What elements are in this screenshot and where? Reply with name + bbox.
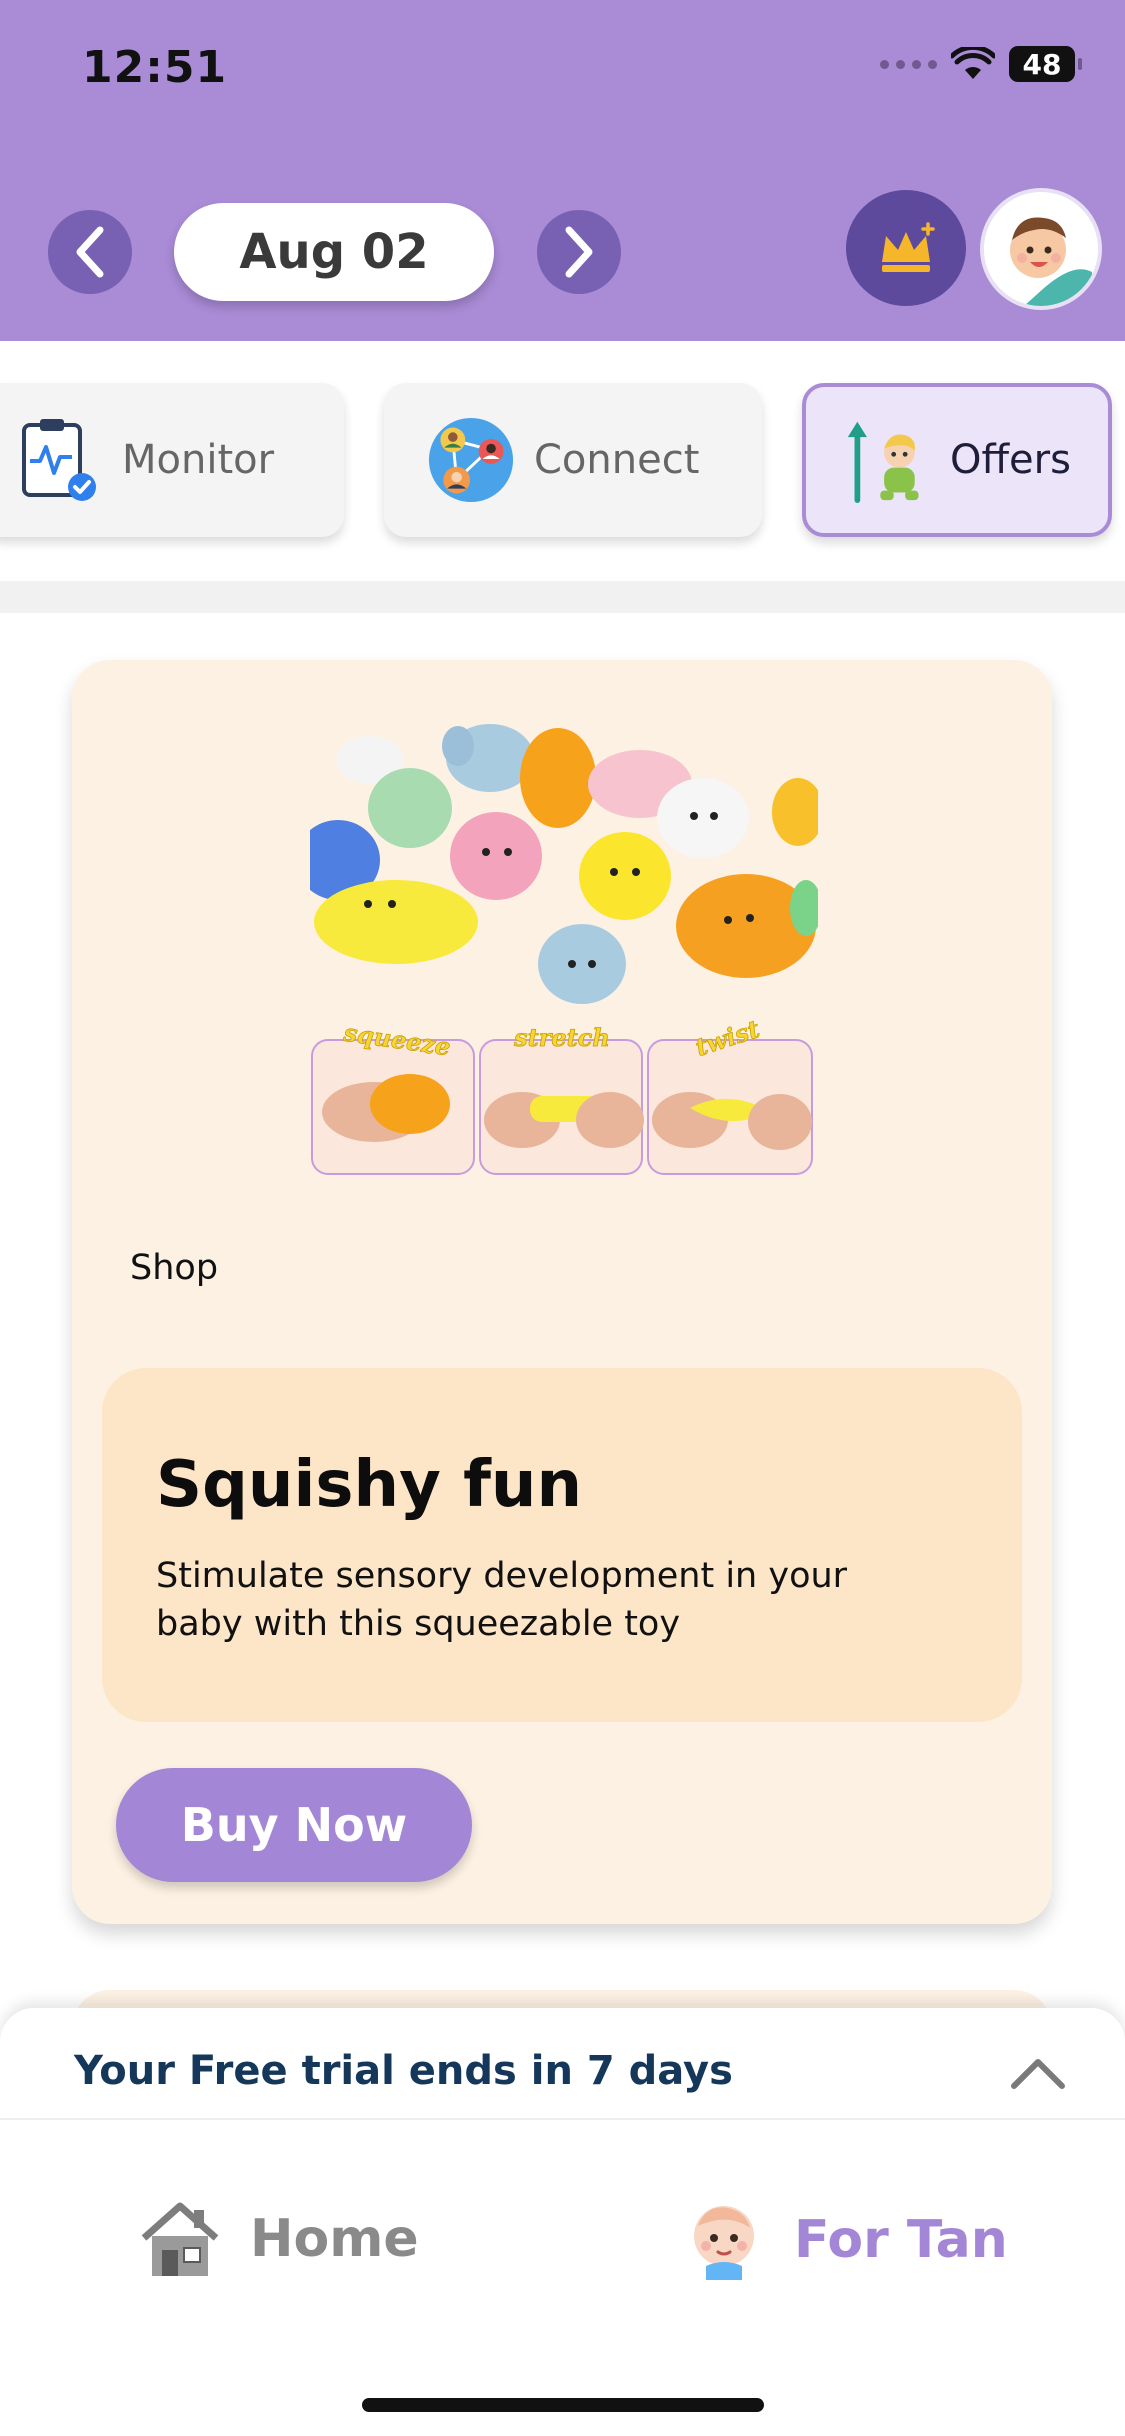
home-indicator bbox=[362, 2398, 764, 2412]
crown-icon bbox=[882, 222, 935, 272]
image-label-stretch: stretch bbox=[513, 1023, 610, 1052]
house-icon bbox=[141, 2202, 219, 2276]
chevron-left-icon bbox=[76, 226, 104, 278]
cellular-signal-icon bbox=[880, 59, 937, 69]
clipboard-health-icon bbox=[16, 415, 102, 505]
section-divider bbox=[0, 581, 1125, 613]
header: 12:51 48 Aug 02 bbox=[0, 0, 1125, 341]
tab-connect[interactable]: Connect bbox=[384, 383, 762, 537]
baby-avatar-icon bbox=[984, 192, 1098, 306]
buy-now-label: Buy Now bbox=[180, 1798, 408, 1852]
nav-for-tan-label: For Tan bbox=[794, 2210, 1008, 2270]
profile-avatar[interactable] bbox=[980, 188, 1102, 310]
offer-category: Shop bbox=[130, 1248, 219, 1288]
growth-baby-icon bbox=[844, 415, 930, 505]
tab-monitor[interactable]: Monitor bbox=[0, 383, 344, 537]
squishy-toys-product-image: squeeze stretch twist bbox=[310, 708, 818, 1200]
tab-label: Offers bbox=[950, 437, 1071, 483]
premium-button[interactable] bbox=[846, 190, 966, 306]
nav-for-tan[interactable]: For Tan bbox=[684, 2200, 1008, 2280]
bottom-nav: Home For Tan bbox=[0, 2120, 1125, 2320]
previous-date-button[interactable] bbox=[48, 210, 132, 294]
next-date-button[interactable] bbox=[537, 210, 621, 294]
tab-label: Monitor bbox=[122, 437, 275, 483]
tab-label: Connect bbox=[534, 437, 700, 483]
baby-face-icon bbox=[694, 2206, 754, 2280]
current-date: Aug 02 bbox=[239, 224, 429, 280]
status-time: 12:51 bbox=[82, 42, 228, 93]
battery-icon: 48 bbox=[1009, 46, 1082, 82]
offer-description: Stimulate sensory development in your ba… bbox=[156, 1556, 848, 1644]
offer-title: Squishy fun bbox=[156, 1448, 583, 1522]
trial-banner-text: Your Free trial ends in 7 days bbox=[74, 2048, 733, 2094]
offer-info-box: Squishy fun Stimulate sensory developmen… bbox=[102, 1368, 1022, 1722]
chevron-up-icon[interactable] bbox=[1010, 2054, 1066, 2090]
wifi-icon bbox=[951, 47, 995, 79]
nav-home[interactable]: Home bbox=[140, 2200, 419, 2278]
tab-offers[interactable]: Offers bbox=[802, 383, 1112, 537]
status-icons: 48 bbox=[880, 46, 1082, 82]
bottom-sheet: Your Free trial ends in 7 days Home For … bbox=[0, 2008, 1125, 2436]
network-people-icon bbox=[428, 415, 514, 505]
trial-banner[interactable]: Your Free trial ends in 7 days bbox=[0, 2008, 1125, 2120]
offer-card[interactable]: squeeze stretch twist Shop Squishy fun S… bbox=[72, 660, 1052, 1924]
nav-home-label: Home bbox=[250, 2209, 419, 2269]
buy-now-button[interactable]: Buy Now bbox=[116, 1768, 472, 1882]
chevron-right-icon bbox=[565, 226, 593, 278]
date-selector[interactable]: Aug 02 bbox=[174, 203, 494, 301]
category-tabs: Monitor Connect Offers bbox=[0, 341, 1125, 581]
